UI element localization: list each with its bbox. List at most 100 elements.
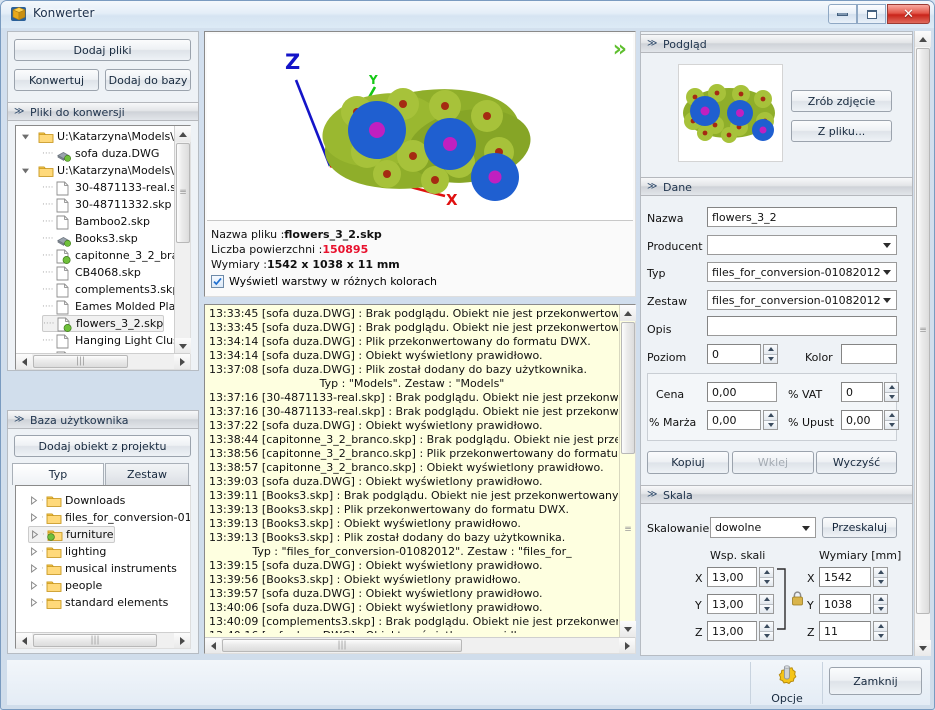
file-tree-item[interactable]: ···· Books3.skp <box>42 230 138 247</box>
add-to-db-button[interactable]: Dodaj do bazy <box>105 69 191 91</box>
3d-viewport[interactable]: Z Y X » <box>207 34 633 221</box>
marza-input[interactable]: 0,00 <box>707 410 761 430</box>
expander-icon[interactable] <box>28 580 39 591</box>
vat-input[interactable]: 0 <box>841 382 883 402</box>
db-tree-item[interactable]: ·files_for_conversion-01082 <box>28 509 190 526</box>
scale-factor-stepper[interactable] <box>759 621 774 641</box>
hscroll-thumb[interactable]: ||| <box>222 639 462 652</box>
skalowanie-combo[interactable]: dowolne <box>710 517 816 538</box>
close-button[interactable]: ✕ <box>887 4 930 24</box>
scroll-right-button[interactable] <box>174 354 190 369</box>
maximize-button[interactable] <box>857 4 886 24</box>
add-object-button[interactable]: Dodaj obiekt z projektu <box>14 435 191 457</box>
scroll-left-button[interactable] <box>205 638 221 653</box>
tab-typ[interactable]: Typ <box>12 463 104 485</box>
scroll-up-button[interactable] <box>915 31 931 47</box>
scale-group-header[interactable]: ≫ Skala <box>640 485 913 504</box>
poziom-stepper[interactable] <box>763 344 778 364</box>
db-tree-hscrollbar[interactable]: ||| <box>16 632 190 648</box>
file-tree-item[interactable]: ···· 30-4871133-real.sk <box>42 179 174 196</box>
clear-button[interactable]: Wyczyść <box>816 451 897 474</box>
scroll-down-button[interactable] <box>175 338 191 354</box>
expand-viewer-button[interactable]: » <box>613 39 627 61</box>
log-hscrollbar[interactable]: ||| <box>205 637 635 653</box>
file-tree[interactable]: U:\Katarzyna\Models\ ···· sofa duza.DWG U:\… <box>16 126 174 354</box>
userdb-group-header[interactable]: ≫ Baza użytkownika <box>7 410 199 429</box>
stepper-down-button[interactable] <box>885 392 898 401</box>
producent-combo[interactable] <box>707 235 897 255</box>
marza-stepper[interactable] <box>763 410 778 430</box>
stepper-up-button[interactable] <box>760 595 773 605</box>
tab-zestaw[interactable]: Zestaw <box>105 463 189 485</box>
stepper-up-button[interactable] <box>885 383 898 393</box>
file-tree-item[interactable]: ···· flowers_3_2.skp <box>42 315 165 332</box>
zestaw-combo[interactable]: files_for_conversion-01082012 <box>707 290 897 310</box>
expander-icon[interactable] <box>28 546 39 557</box>
scale-factor-input[interactable]: 13,00 <box>707 567 757 587</box>
db-tree-item[interactable]: · lighting <box>28 543 106 560</box>
file-tree-item[interactable]: ···· CB4068.skp <box>42 264 141 281</box>
stepper-up-button[interactable] <box>764 411 777 421</box>
hscroll-thumb[interactable]: ||| <box>33 634 157 647</box>
db-tree-item[interactable]: · furniture <box>28 526 115 543</box>
file-tree-item[interactable]: ···· sofa duza.DWG <box>42 145 159 162</box>
typ-combo[interactable]: files_for_conversion-01082012 <box>707 262 897 282</box>
data-group-header[interactable]: ≫ Dane <box>640 177 913 196</box>
scroll-track[interactable]: ≡ <box>621 455 635 605</box>
stepper-up-button[interactable] <box>874 568 887 578</box>
scroll-right-button[interactable] <box>174 633 190 648</box>
stepper-up-button[interactable] <box>885 411 898 421</box>
cena-input[interactable]: 0,00 <box>707 382 777 402</box>
scale-factor-input[interactable]: 13,00 <box>707 621 757 641</box>
scroll-left-button[interactable] <box>16 354 32 369</box>
scroll-down-button[interactable] <box>620 621 636 637</box>
poziom-input[interactable]: 0 <box>707 344 761 364</box>
scroll-up-button[interactable] <box>620 305 636 321</box>
vat-stepper[interactable] <box>884 382 899 402</box>
hscroll-thumb[interactable]: ||| <box>33 355 128 368</box>
rescale-button[interactable]: Przeskaluj <box>822 517 897 538</box>
file-tree-item[interactable]: U:\Katarzyna\Models\fil <box>20 162 174 179</box>
close-app-button[interactable]: Zamknij <box>829 667 922 695</box>
stepper-down-button[interactable] <box>885 420 898 429</box>
stepper-down-button[interactable] <box>764 420 777 429</box>
take-photo-button[interactable]: Zrób zdjęcie <box>791 90 892 112</box>
db-tree-item[interactable]: · musical instruments <box>28 560 177 577</box>
stepper-up-button[interactable] <box>874 595 887 605</box>
add-files-button[interactable]: Dodaj pliki <box>14 39 191 61</box>
log-vscrollbar[interactable]: ≡ <box>619 305 636 637</box>
dim-input[interactable]: 11 <box>819 621 871 641</box>
dim-input[interactable]: 1542 <box>819 567 871 587</box>
upust-input[interactable]: 0,00 <box>841 410 883 430</box>
scroll-up-button[interactable] <box>175 126 191 142</box>
file-tree-item[interactable]: ····Hanging Light Cluste <box>42 332 174 349</box>
expander-icon[interactable] <box>28 512 39 523</box>
dim-stepper[interactable] <box>873 594 888 614</box>
paste-button[interactable]: Wklej <box>732 451 814 474</box>
db-tree-item[interactable]: · people <box>28 577 102 594</box>
stepper-down-button[interactable] <box>764 354 777 363</box>
scroll-thumb[interactable]: ≡ <box>176 143 190 243</box>
file-tree-item[interactable]: ···· capitonne_3_2_bra <box>42 247 174 264</box>
show-layers-checkbox[interactable]: Wyświetl warstwy w różnych kolorach <box>211 275 437 288</box>
stepper-up-button[interactable] <box>760 622 773 632</box>
db-tree-item[interactable]: · standard elements <box>28 594 168 611</box>
scale-factor-input[interactable]: 13,00 <box>707 594 757 614</box>
expander-icon[interactable] <box>20 131 31 142</box>
dim-stepper[interactable] <box>873 621 888 641</box>
opis-input[interactable] <box>707 316 897 336</box>
file-tree-item[interactable]: U:\Katarzyna\Models\ <box>20 128 174 145</box>
db-tree-item[interactable]: · Downloads <box>28 492 125 509</box>
stepper-down-button[interactable] <box>760 577 773 586</box>
file-tree-item[interactable]: ···· 30-48711332.skp <box>42 196 172 213</box>
scroll-thumb[interactable]: ≡ <box>916 48 930 614</box>
stepper-down-button[interactable] <box>760 631 773 640</box>
stepper-up-button[interactable] <box>874 622 887 632</box>
dim-stepper[interactable] <box>873 567 888 587</box>
log-output[interactable]: 13:33:45 [sofa duza.DWG] : Brak podglądu… <box>206 307 618 633</box>
expander-icon[interactable] <box>28 495 39 506</box>
scroll-right-button[interactable] <box>619 638 635 653</box>
expander-icon[interactable] <box>28 563 39 574</box>
copy-button[interactable]: Kopiuj <box>647 451 729 474</box>
files-group-header[interactable]: ≫ Pliki do konwersji <box>7 102 199 121</box>
